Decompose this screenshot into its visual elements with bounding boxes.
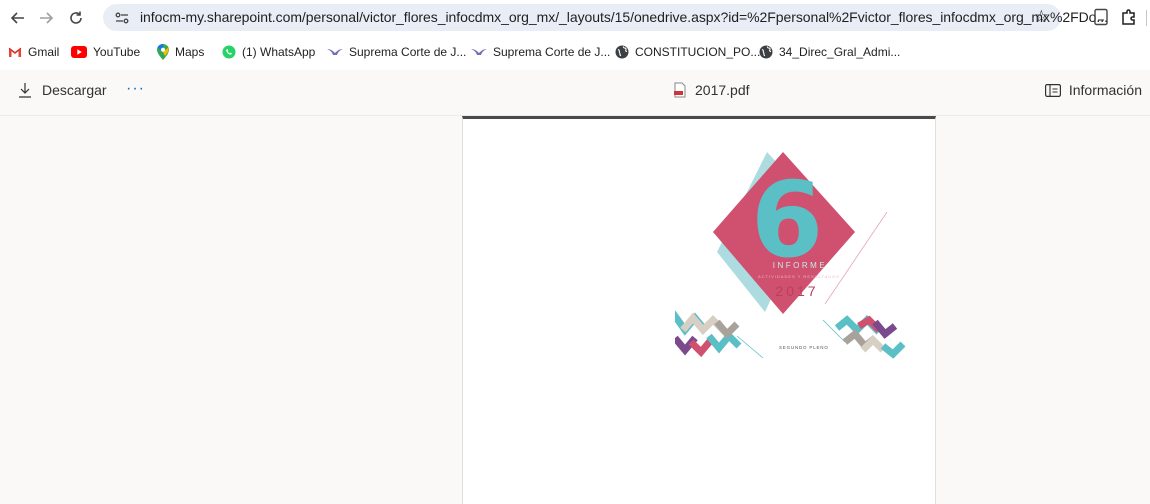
bookmark-star-icon[interactable]: ☆ xyxy=(1034,7,1049,27)
bookmark-youtube[interactable]: YouTube xyxy=(71,42,140,62)
bookmark-label: CONSTITUCION_PO... xyxy=(635,45,761,59)
toolbar-divider xyxy=(1146,10,1147,26)
youtube-icon xyxy=(71,46,87,58)
pdf-page[interactable]: 6 INFORME ACTIVIDADES Y RESULTADOS 2017 … xyxy=(462,116,936,504)
bookmark-direc-gral[interactable]: 34_Direc_Gral_Admi... xyxy=(759,42,900,62)
bookmark-maps[interactable]: Maps xyxy=(157,42,204,62)
bookmark-label: 34_Direc_Gral_Admi... xyxy=(779,45,901,59)
cover-subtitle: ACTIVIDADES Y RESULTADOS xyxy=(758,274,840,279)
reading-mode-button[interactable] xyxy=(1090,6,1112,28)
download-label: Descargar xyxy=(42,82,107,98)
document-icon xyxy=(1094,8,1108,26)
bookmarks-bar: Gmail YouTube Maps (1) WhatsApp Suprema … xyxy=(0,38,1150,66)
reload-icon xyxy=(70,11,82,24)
cover-title: INFORME xyxy=(773,261,827,270)
download-icon xyxy=(19,83,31,98)
gmail-icon xyxy=(8,47,22,57)
back-button[interactable] xyxy=(6,6,30,30)
pdf-file-icon xyxy=(674,82,686,98)
address-bar[interactable]: infocm-my.sharepoint.com/personal/victor… xyxy=(103,4,1108,31)
cover-tagline: SEGUNDO PLENO xyxy=(779,345,829,350)
info-panel-icon xyxy=(1044,83,1061,97)
globe-icon xyxy=(615,45,629,59)
info-label: Información xyxy=(1068,82,1142,98)
bookmark-label: Suprema Corte de J... xyxy=(493,45,611,59)
bookmark-label: (1) WhatsApp xyxy=(242,45,316,59)
bookmark-scjn-2[interactable]: Suprema Corte de J... xyxy=(471,42,610,62)
bookmark-whatsapp[interactable]: (1) WhatsApp xyxy=(222,42,315,62)
left-zigzag xyxy=(675,310,764,359)
scjn-icon xyxy=(471,49,487,55)
file-title: 2017.pdf xyxy=(673,82,750,98)
document-viewer[interactable]: 6 INFORME ACTIVIDADES Y RESULTADOS 2017 … xyxy=(0,116,1150,504)
forward-button[interactable] xyxy=(34,6,58,30)
bookmark-label: YouTube xyxy=(93,45,141,59)
info-button[interactable]: Información xyxy=(1044,82,1142,98)
bookmark-label: Suprema Corte de J... xyxy=(349,45,467,59)
cover-artwork: 6 INFORME ACTIVIDADES Y RESULTADOS 2017 … xyxy=(675,152,906,359)
puzzle-icon xyxy=(1122,9,1135,25)
cover-year: 2017 xyxy=(775,283,818,299)
more-options-button[interactable]: ··· xyxy=(126,80,145,98)
url-text: infocm-my.sharepoint.com/personal/victor… xyxy=(140,9,1108,25)
scjn-icon xyxy=(327,49,343,55)
forward-arrow-icon xyxy=(40,12,54,24)
bookmark-label: Maps xyxy=(175,45,205,59)
bookmark-gmail[interactable]: Gmail xyxy=(8,42,59,62)
file-name: 2017.pdf xyxy=(695,82,750,98)
right-zigzag xyxy=(822,315,906,359)
back-arrow-icon xyxy=(10,12,24,24)
file-viewer-toolbar: Descargar ··· 2017.pdf Información xyxy=(0,70,1150,116)
site-info-icon[interactable] xyxy=(114,10,130,26)
bookmark-label: Gmail xyxy=(28,45,60,59)
bookmark-scjn-1[interactable]: Suprema Corte de J... xyxy=(327,42,466,62)
download-button[interactable]: Descargar xyxy=(18,82,107,98)
browser-toolbar: infocm-my.sharepoint.com/personal/victor… xyxy=(0,0,1150,36)
globe-icon xyxy=(759,45,773,59)
extensions-button[interactable] xyxy=(1118,6,1140,28)
reload-button[interactable] xyxy=(64,6,88,30)
maps-icon xyxy=(157,44,169,60)
bookmark-constitucion[interactable]: CONSTITUCION_PO... xyxy=(615,42,760,62)
whatsapp-icon xyxy=(222,45,236,59)
